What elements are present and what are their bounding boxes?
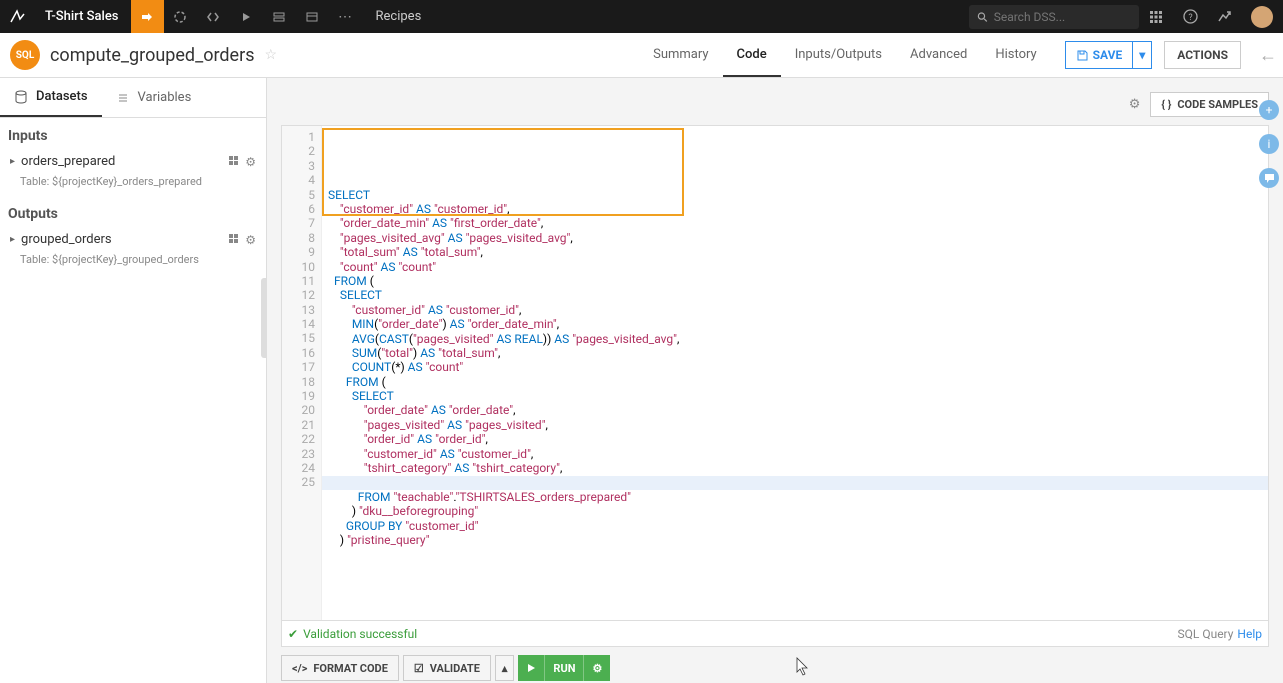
play-icon [518,655,545,681]
input-dataset-row[interactable]: ▸ orders_prepared ⚙ [0,148,266,175]
floating-actions: + i [1259,100,1279,188]
output-table-label: Table: ${projectKey}_grouped_orders [0,253,266,274]
output-dataset-row[interactable]: ▸ grouped_orders ⚙ [0,226,266,253]
check-icon: ☑ [414,662,424,675]
format-code-button[interactable]: </> FORMAT CODE [281,655,399,681]
title-tabs: Summary Code Inputs/Outputs Advanced His… [639,33,1283,77]
gear-icon[interactable]: ⚙ [245,155,256,169]
actions-button[interactable]: ACTIONS [1164,41,1241,69]
topbar: T-Shirt Sales ⋯ Recipes ? [0,0,1283,33]
inputs-heading: Inputs [0,118,266,148]
code-body[interactable]: SELECT "customer_id" AS "customer_id", "… [322,126,1268,620]
help-link[interactable]: Help [1237,627,1262,641]
database-icon [14,90,28,104]
code-samples-button[interactable]: { } CODE SAMPLES [1150,92,1269,117]
tab-advanced[interactable]: Advanced [896,33,981,77]
gear-icon[interactable]: ⚙ [245,233,256,247]
validation-status: ✔ Validation successful [288,627,417,641]
tab-io[interactable]: Inputs/Outputs [781,33,896,77]
validate-caret[interactable]: ▴ [495,655,515,681]
layers-icon[interactable] [263,0,296,33]
grid-icon[interactable] [228,155,239,169]
left-panel: Datasets Variables Inputs ▸ orders_prepa… [0,78,267,683]
run-gear-icon[interactable]: ⚙ [584,655,610,681]
caret-icon: ▸ [10,234,15,245]
info-icon[interactable]: i [1259,134,1279,154]
project-name[interactable]: T-Shirt Sales [33,9,131,24]
check-icon: ✔ [288,627,298,641]
play-nav-icon[interactable] [230,0,263,33]
caret-icon: ▸ [10,156,15,167]
avatar[interactable] [1251,6,1273,28]
tab-variables[interactable]: Variables [102,78,206,117]
circle-icon[interactable] [164,0,197,33]
global-search[interactable] [969,5,1139,29]
code-icon: </> [292,662,307,675]
outputs-heading: Outputs [0,196,266,226]
activity-icon[interactable] [1207,0,1241,33]
titlebar: SQL compute_grouped_orders ☆ Summary Cod… [0,33,1283,78]
svg-text:?: ? [1188,13,1192,23]
code-editor[interactable]: 1234567891011121314151617181920212223242… [281,125,1269,621]
run-button[interactable]: RUN ⚙ [518,655,610,681]
flow-icon[interactable] [131,0,164,33]
tab-history[interactable]: History [981,33,1050,77]
search-input[interactable] [994,10,1131,24]
tab-datasets[interactable]: Datasets [0,78,102,117]
braces-icon: { } [1161,98,1171,111]
recipe-title: compute_grouped_orders [50,45,255,66]
status-bar: ✔ Validation successful SQL Query Help [281,621,1269,647]
star-icon[interactable]: ☆ [265,47,278,63]
tab-summary[interactable]: Summary [639,33,722,77]
save-icon [1076,49,1088,61]
panel-icon[interactable] [296,0,329,33]
help-icon[interactable]: ? [1173,0,1207,33]
add-icon[interactable]: + [1259,100,1279,120]
bottom-bar: </> FORMAT CODE ☑ VALIDATE ▴ RUN ⚙ [281,647,1269,683]
breadcrumb[interactable]: Recipes [362,9,436,24]
validate-button[interactable]: ☑ VALIDATE [403,655,491,681]
code-nav-icon[interactable] [197,0,230,33]
input-table-label: Table: ${projectKey}_orders_prepared [0,175,266,196]
chat-icon[interactable] [1259,168,1279,188]
more-icon[interactable]: ⋯ [329,0,362,33]
grid-icon[interactable] [228,233,239,247]
apps-icon[interactable] [1139,0,1173,33]
line-gutter: 1234567891011121314151617181920212223242… [282,126,322,620]
code-area: ⚙ { } CODE SAMPLES 123456789101112131415… [267,78,1283,683]
list-icon [116,91,130,105]
tab-code[interactable]: Code [723,33,781,77]
app-logo-icon[interactable] [0,0,33,33]
lang-label: SQL Query [1178,627,1234,641]
editor-settings-icon[interactable]: ⚙ [1129,97,1141,112]
sql-badge-icon: SQL [10,40,40,70]
save-caret-icon[interactable]: ▾ [1132,42,1151,68]
search-icon [977,11,988,23]
save-button[interactable]: SAVE ▾ [1065,41,1153,69]
back-icon[interactable]: ← [1253,45,1283,66]
